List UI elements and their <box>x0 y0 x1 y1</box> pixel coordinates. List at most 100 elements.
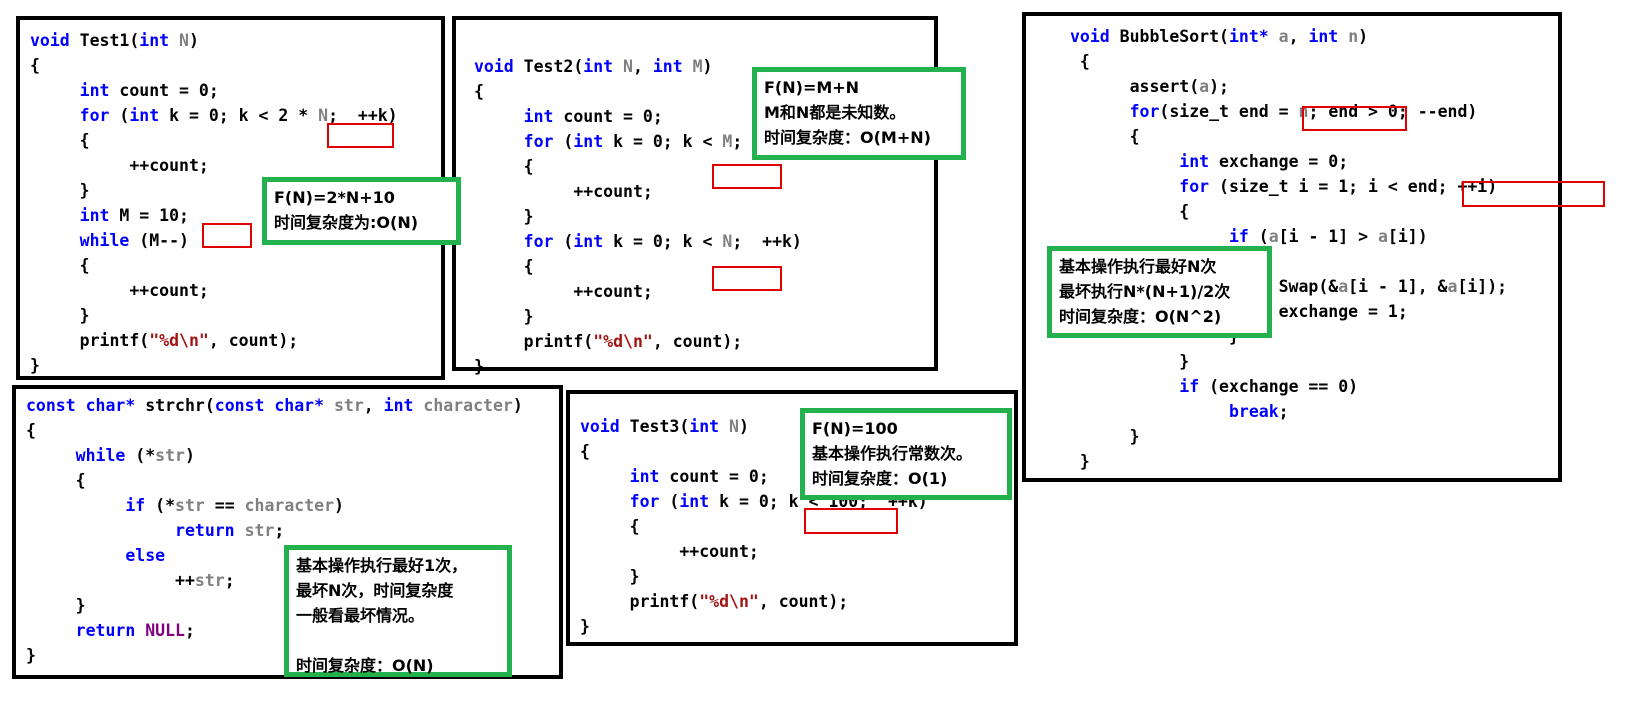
code-line: { <box>474 254 802 279</box>
code-line: printf("%d\n", count); <box>30 328 398 353</box>
code-token: ( <box>563 232 574 251</box>
annotation-test1-complexity: F(N)=2*N+10 时间复杂度为:O(N) <box>262 177 461 245</box>
code-token: for <box>1129 102 1160 121</box>
code-line: } <box>1070 449 1507 474</box>
code-token: for <box>1179 177 1220 196</box>
code-token: { <box>1070 52 1090 71</box>
code-token: void <box>30 31 80 50</box>
code-line: for (int k = 0; k < N; ++k) <box>474 229 802 254</box>
code-token: exchange = 0; <box>1219 152 1349 171</box>
code-line: } <box>474 354 802 379</box>
code-token: , <box>632 57 653 76</box>
code-token: int <box>573 132 614 151</box>
code-token: ; end > 0; --end) <box>1308 102 1478 121</box>
code-token: } <box>474 207 534 226</box>
code-line: assert(a); <box>1070 74 1507 99</box>
code-token: { <box>1070 127 1140 146</box>
code-block-test1: void Test1(int N){ int count = 0; for (i… <box>30 28 461 378</box>
code-token: BubbleSort <box>1119 27 1220 46</box>
code-token: str <box>175 496 205 515</box>
code-token: , <box>363 396 384 415</box>
code-token: ; ++k) <box>328 106 398 125</box>
code-token: } <box>1070 427 1140 446</box>
code-block-strchr: const char* strchr(const char* str, int … <box>26 393 523 677</box>
code-token: } <box>580 617 590 636</box>
code-token: const char* <box>26 396 146 415</box>
annotation-line: 时间复杂度：O(N^2) <box>1059 307 1222 326</box>
code-token: int <box>383 396 424 415</box>
code-panel-test2: void Test2(int N, int M){ int count = 0;… <box>452 16 966 376</box>
annotation-line: 最坏执行N*(N+1)/2次 <box>1059 282 1231 301</box>
code-token: void <box>1070 27 1120 46</box>
code-token: ( <box>573 57 584 76</box>
code-token: int <box>1179 152 1220 171</box>
annotation-test3-complexity: F(N)=100 基本操作执行常数次。 时间复杂度：O(1) <box>800 408 1012 500</box>
code-line: } <box>30 303 398 328</box>
code-token: printf( <box>30 331 150 350</box>
code-token: while <box>79 231 140 250</box>
annotation-line: 时间复杂度：O(N) <box>296 656 434 675</box>
annotation-line: 时间复杂度：O(1) <box>812 469 948 488</box>
code-token: ); <box>1209 77 1229 96</box>
code-line: if (*str == character) <box>26 493 523 518</box>
code-token: int <box>573 232 614 251</box>
code-line: { <box>26 468 523 493</box>
code-token: ( <box>1219 27 1229 46</box>
code-token: 2 * <box>278 106 319 125</box>
code-token: a <box>1268 227 1279 246</box>
code-token: int <box>1308 27 1349 46</box>
annotation-line: 一般看最坏情况。 <box>296 606 425 625</box>
code-token: const char* <box>214 396 334 415</box>
code-token: [i - 1] > <box>1278 227 1378 246</box>
code-line: { <box>1070 124 1507 149</box>
code-token: N <box>623 57 633 76</box>
code-token: [i]) <box>1387 227 1428 246</box>
code-token: ++count; <box>474 182 653 201</box>
code-token: N <box>179 31 189 50</box>
code-token: "%d\n" <box>593 332 653 351</box>
code-token: int <box>139 31 180 50</box>
code-token: ; <box>274 521 285 540</box>
code-token: N <box>318 106 329 125</box>
code-token: ) <box>512 396 523 415</box>
code-token: int <box>79 81 120 100</box>
code-line: int count = 0; <box>30 78 398 103</box>
code-token: int <box>652 57 693 76</box>
code-line: break; <box>1070 399 1507 424</box>
code-line: { <box>30 53 398 78</box>
code-token: ++ <box>26 571 195 590</box>
code-token: ++count; <box>474 282 653 301</box>
code-token: character <box>244 496 334 515</box>
code-token: } <box>474 357 484 376</box>
code-token: int <box>523 107 564 126</box>
code-token: ) <box>738 417 749 436</box>
code-token: M <box>692 57 703 76</box>
code-token: int* <box>1228 27 1279 46</box>
code-token: n <box>1348 27 1359 46</box>
code-line: { <box>1070 199 1507 224</box>
code-line: } <box>1070 349 1507 374</box>
annotation-line: F(N)=100 <box>812 419 898 438</box>
code-token: str <box>155 446 185 465</box>
code-token: } <box>30 181 90 200</box>
code-line: } <box>580 564 928 589</box>
code-line: ++count; <box>474 279 802 304</box>
code-token: else <box>125 546 166 565</box>
code-token: printf( <box>474 332 594 351</box>
code-token: end = <box>1238 102 1299 121</box>
code-token: , count); <box>652 332 743 351</box>
code-line: { <box>580 514 928 539</box>
code-token: } <box>1070 452 1090 471</box>
code-token: void <box>474 57 524 76</box>
annotation-line: 基本操作执行最好N次 <box>1059 257 1217 276</box>
